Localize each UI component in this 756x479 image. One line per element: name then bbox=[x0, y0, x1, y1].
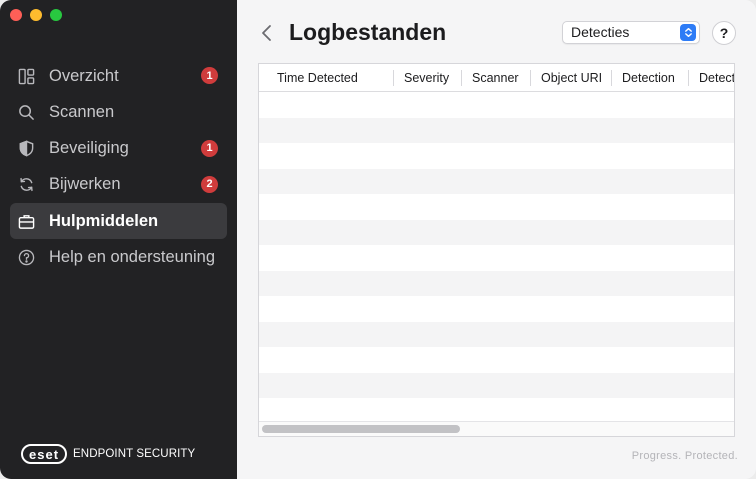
help-button[interactable]: ? bbox=[712, 21, 736, 45]
column-divider[interactable] bbox=[393, 70, 394, 86]
column-header-time-detected[interactable]: Time Detected bbox=[277, 64, 358, 92]
column-header-scanner[interactable]: Scanner bbox=[472, 64, 519, 92]
briefcase-icon bbox=[17, 212, 35, 230]
table-row bbox=[259, 168, 734, 194]
sidebar-item-bijwerken[interactable]: Bijwerken 2 bbox=[10, 167, 227, 203]
column-divider[interactable] bbox=[461, 70, 462, 86]
table-row bbox=[259, 296, 734, 322]
log-type-select[interactable]: Detecties bbox=[562, 21, 700, 44]
sidebar-item-label: Beveiliging bbox=[49, 139, 129, 158]
shield-icon bbox=[17, 140, 35, 158]
notification-badge: 2 bbox=[201, 175, 218, 193]
sidebar-item-scannen[interactable]: Scannen bbox=[10, 94, 227, 130]
sidebar-item-label: Scannen bbox=[49, 102, 115, 121]
table-row bbox=[259, 143, 734, 169]
sidebar-item-beveiliging[interactable]: Beveiliging 1 bbox=[10, 131, 227, 167]
close-window-button[interactable] bbox=[10, 9, 22, 21]
maximize-window-button[interactable] bbox=[50, 9, 62, 21]
minimize-window-button[interactable] bbox=[30, 9, 42, 21]
table-row bbox=[259, 219, 734, 245]
table-row bbox=[259, 92, 734, 118]
sidebar: Overzicht 1 Scannen Beveiliging 1 Bijwer… bbox=[0, 0, 237, 479]
refresh-icon bbox=[17, 176, 35, 194]
horizontal-scrollbar[interactable] bbox=[259, 421, 734, 436]
table-row bbox=[259, 117, 734, 143]
chevron-up-down-icon bbox=[680, 24, 696, 41]
table-row bbox=[259, 347, 734, 373]
table-row bbox=[259, 398, 734, 424]
column-divider[interactable] bbox=[611, 70, 612, 86]
tagline: Progress. Protected. bbox=[631, 450, 738, 462]
column-divider[interactable] bbox=[530, 70, 531, 86]
table-row bbox=[259, 372, 734, 398]
main-panel: Logbestanden Detecties ? Time Detected S… bbox=[237, 0, 756, 479]
window-controls bbox=[10, 9, 62, 21]
sidebar-item-help-en-ondersteuning[interactable]: Help en ondersteuning bbox=[10, 239, 227, 275]
table-row bbox=[259, 270, 734, 296]
brand: eset ENDPOINT SECURITY bbox=[21, 444, 195, 464]
sidebar-nav: Overzicht 1 Scannen Beveiliging 1 Bijwer… bbox=[10, 58, 227, 276]
page-title: Logbestanden bbox=[289, 19, 447, 45]
back-button[interactable] bbox=[259, 23, 275, 43]
table-row bbox=[259, 245, 734, 271]
column-header-detect[interactable]: Detect bbox=[699, 64, 734, 92]
log-table: Time Detected Severity Scanner Object UR… bbox=[258, 63, 735, 437]
sidebar-item-label: Bijwerken bbox=[49, 175, 121, 194]
sidebar-item-label: Hulpmiddelen bbox=[49, 211, 159, 230]
column-header-object-uri[interactable]: Object URI bbox=[541, 64, 602, 92]
product-name: ENDPOINT SECURITY bbox=[73, 448, 196, 460]
sidebar-item-hulpmiddelen[interactable]: Hulpmiddelen bbox=[10, 203, 227, 240]
notification-badge: 1 bbox=[201, 139, 218, 157]
notification-badge: 1 bbox=[201, 67, 218, 84]
app-window: Overzicht 1 Scannen Beveiliging 1 Bijwer… bbox=[0, 0, 756, 479]
log-type-selected-value: Detecties bbox=[571, 24, 630, 40]
scrollbar-thumb[interactable] bbox=[262, 425, 460, 433]
column-header-severity[interactable]: Severity bbox=[404, 64, 449, 92]
column-header-detection[interactable]: Detection bbox=[622, 64, 675, 92]
table-row bbox=[259, 194, 734, 220]
search-icon bbox=[17, 103, 35, 121]
sidebar-item-overzicht[interactable]: Overzicht 1 bbox=[10, 58, 227, 94]
table-row bbox=[259, 321, 734, 347]
dashboard-icon bbox=[17, 67, 35, 85]
sidebar-item-label: Overzicht bbox=[49, 66, 119, 85]
sidebar-item-label: Help en ondersteuning bbox=[49, 247, 216, 266]
chevron-left-icon bbox=[262, 25, 271, 41]
table-body bbox=[259, 92, 734, 424]
help-circle-icon bbox=[17, 248, 35, 266]
eset-logo: eset bbox=[21, 444, 68, 464]
column-divider[interactable] bbox=[688, 70, 689, 86]
table-header: Time Detected Severity Scanner Object UR… bbox=[259, 64, 734, 92]
